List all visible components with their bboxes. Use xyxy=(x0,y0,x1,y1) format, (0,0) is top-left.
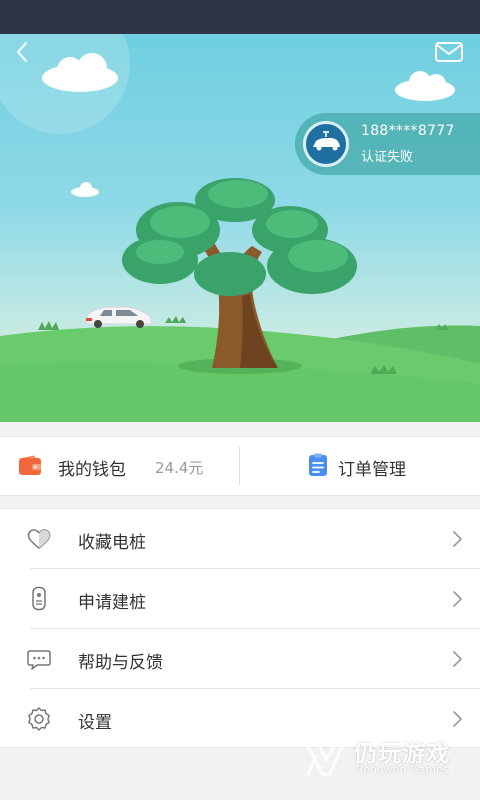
watermark-logo-icon xyxy=(304,740,346,776)
landscape-illustration xyxy=(0,34,480,422)
chat-bubble-icon xyxy=(27,650,51,670)
menu-item-label: 帮助与反馈 xyxy=(78,653,163,673)
messages-button[interactable] xyxy=(434,40,464,64)
account-card[interactable]: 188****8777 认证失败 xyxy=(295,113,480,175)
wallet-label: 我的钱包 xyxy=(58,460,126,480)
mail-icon xyxy=(435,42,463,62)
wallet-button[interactable]: 我的钱包 24.4元 xyxy=(0,437,238,495)
menu-item-help-feedback[interactable]: 帮助与反馈 xyxy=(0,629,480,689)
car-plug-icon xyxy=(313,131,340,151)
chevron-right-icon xyxy=(453,651,462,667)
orders-button[interactable]: 订单管理 xyxy=(240,437,480,495)
menu-item-label: 设置 xyxy=(78,713,112,733)
orders-label: 订单管理 xyxy=(338,460,406,480)
charger-icon xyxy=(32,586,46,611)
back-button[interactable] xyxy=(8,40,36,64)
chevron-right-icon xyxy=(453,591,462,607)
menu-item-apply-charger[interactable]: 申请建桩 xyxy=(0,569,480,629)
status-bar xyxy=(0,0,480,34)
wallet-balance: 24.4元 xyxy=(155,459,204,477)
menu-item-label: 申请建桩 xyxy=(78,593,146,613)
gear-icon xyxy=(28,707,50,731)
watermark-subtitle: Rengwan Games xyxy=(356,763,449,776)
watermark: 仍玩游戏 Rengwan Games xyxy=(302,732,472,782)
account-phone: 188****8777 xyxy=(361,123,455,139)
verification-status: 认证失败 xyxy=(361,150,414,165)
chevron-left-icon xyxy=(17,42,27,62)
menu-list: 收藏电桩 申请建桩 帮助与反馈 设置 xyxy=(0,508,480,748)
hero-illustration xyxy=(0,34,480,422)
heart-icon xyxy=(27,529,51,549)
menu-item-favorite-chargers[interactable]: 收藏电桩 xyxy=(0,509,480,569)
wallet-icon xyxy=(19,455,41,475)
car-illustration xyxy=(85,306,153,328)
avatar xyxy=(303,121,349,167)
quick-actions-bar: 我的钱包 24.4元 订单管理 xyxy=(0,436,480,496)
chevron-right-icon xyxy=(453,531,462,547)
menu-item-label: 收藏电桩 xyxy=(78,533,146,553)
clipboard-icon xyxy=(309,453,327,476)
chevron-right-icon xyxy=(453,711,462,727)
